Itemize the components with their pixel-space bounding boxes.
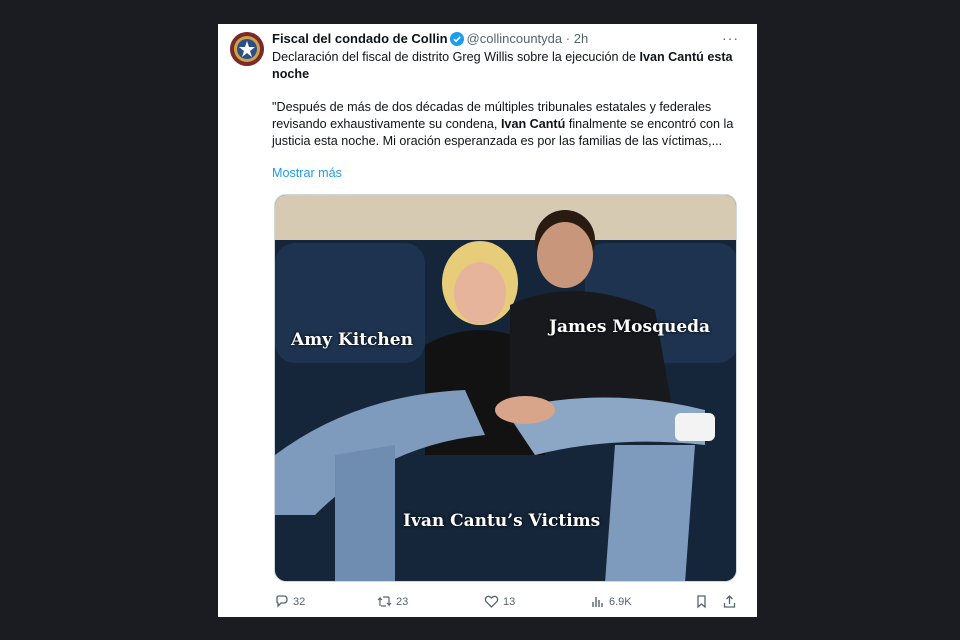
author-handle[interactable]: @collincountyda xyxy=(467,31,563,46)
intro-text: Declaración del fiscal de distrito Greg … xyxy=(272,50,640,64)
bookmark-button[interactable] xyxy=(694,594,709,609)
tweet-card: Fiscal del condado de Collin @collincount… xyxy=(218,24,757,617)
label-amy-kitchen: Amy Kitchen xyxy=(291,330,413,350)
author-name[interactable]: Fiscal del condado de Collin xyxy=(272,31,448,46)
seal-icon xyxy=(230,32,264,66)
like-count: 13 xyxy=(503,595,516,608)
repost-count: 23 xyxy=(396,595,409,608)
like-icon xyxy=(484,594,499,609)
tweet-text-quote: "Después de más de dos décadas de múltip… xyxy=(272,99,734,150)
reply-button[interactable]: 32 xyxy=(274,594,305,609)
label-james-mosqueda: James Mosqueda xyxy=(549,317,711,337)
share-icon xyxy=(722,594,737,609)
tweet-time[interactable]: 2h xyxy=(574,31,588,46)
separator: · xyxy=(565,31,571,46)
views-count: 6.9K xyxy=(609,595,632,608)
tweet-actions: 32 23 13 6.9K xyxy=(274,594,737,612)
repost-icon xyxy=(377,594,392,609)
tweet-text-intro: Declaración del fiscal de distrito Greg … xyxy=(272,49,734,83)
avatar[interactable] xyxy=(230,32,264,66)
repost-button[interactable]: 23 xyxy=(377,594,408,609)
bookmark-icon xyxy=(694,594,709,609)
like-button[interactable]: 13 xyxy=(484,594,515,609)
label-victims: Ivan Cantu’s Victims xyxy=(403,511,601,531)
views-icon xyxy=(590,594,605,609)
show-more-link[interactable]: Mostrar más xyxy=(272,166,342,180)
views-button[interactable]: 6.9K xyxy=(590,594,632,609)
quote-bold-name: Ivan Cantú xyxy=(500,117,566,131)
reply-icon xyxy=(274,594,289,609)
share-button[interactable] xyxy=(722,594,737,609)
reply-count: 32 xyxy=(293,595,306,608)
tweet-header: Fiscal del condado de Collin @collincount… xyxy=(272,30,588,51)
tweet-photo[interactable]: Amy Kitchen James Mosqueda Ivan Cantu’s … xyxy=(274,194,737,582)
more-menu-button[interactable]: ··· xyxy=(722,30,739,46)
